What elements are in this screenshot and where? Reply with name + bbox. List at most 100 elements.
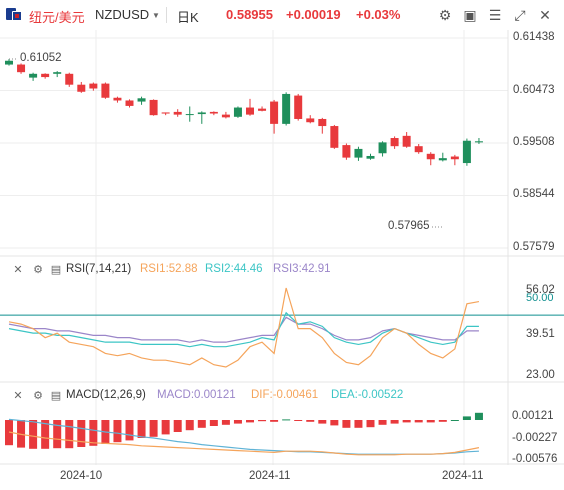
candle-body xyxy=(185,114,194,116)
macd-histogram-bar xyxy=(233,420,242,424)
indicator-icon[interactable]: ▤ xyxy=(50,390,62,402)
macd-histogram-bar xyxy=(318,420,327,424)
candle-body xyxy=(282,93,291,124)
candle-body xyxy=(270,101,279,124)
rsi2-line xyxy=(8,311,479,348)
candle-body xyxy=(89,83,98,89)
candle-body xyxy=(330,126,339,148)
macd-histogram-bar xyxy=(270,420,279,422)
macd-histogram-bar xyxy=(294,420,303,421)
candle-body xyxy=(161,112,170,114)
y-tick-label: 0.60473 xyxy=(513,83,555,96)
macd-histogram-bar xyxy=(221,420,230,425)
y-tick-label: 0.59508 xyxy=(513,136,555,149)
macd-tick-label: 0.00121 xyxy=(512,410,554,422)
macd-histogram-bar xyxy=(246,420,254,423)
macd-histogram-bar xyxy=(258,420,267,422)
dif-value: DIF:-0.00461 xyxy=(251,389,319,401)
rsi3-value: RSI3:42.91 xyxy=(273,263,331,275)
candle-body xyxy=(294,95,303,119)
candle-body xyxy=(474,141,483,143)
macd-histogram-bar xyxy=(65,420,74,449)
macd-histogram-bar xyxy=(209,420,218,426)
candle-body xyxy=(390,138,399,147)
macd-value: MACD:0.00121 xyxy=(157,389,236,401)
candle-body xyxy=(426,153,435,160)
candle-body xyxy=(354,148,363,158)
candle-body xyxy=(41,73,50,78)
y-tick-label: 0.61438 xyxy=(513,31,555,43)
y-tick-label: 0.58544 xyxy=(513,188,555,201)
macd-histogram-bar xyxy=(77,420,86,447)
candle-body xyxy=(137,98,146,102)
collapse-icon[interactable]: ✕ xyxy=(12,264,24,276)
high-annotation: 0.61052 xyxy=(20,52,62,64)
macd-histogram-bar xyxy=(462,416,471,420)
candle-body xyxy=(246,107,254,115)
candle-body xyxy=(258,108,267,111)
dea-value: DEA:-0.00522 xyxy=(331,389,404,401)
macd-histogram-bar xyxy=(113,420,122,443)
indicator-icon[interactable]: ▤ xyxy=(50,264,62,276)
y-tick-label: 0.57579 xyxy=(513,241,555,253)
macd-histogram-bar xyxy=(342,420,351,428)
candle-body xyxy=(306,118,315,123)
rsi1-line xyxy=(8,287,480,368)
x-tick-label: 2024-10 xyxy=(60,470,103,482)
macd-histogram-bar xyxy=(330,420,339,426)
rsi-tick-label: 23.00 xyxy=(526,369,555,381)
macd-histogram-bar xyxy=(426,420,435,423)
settings-icon[interactable]: ⚙ xyxy=(32,390,44,402)
candle-body xyxy=(197,112,206,115)
candle-body xyxy=(318,118,327,127)
candle-body xyxy=(438,158,447,161)
candle-body xyxy=(29,73,38,78)
candle-body xyxy=(5,60,13,65)
candle-body xyxy=(221,114,230,118)
macd-histogram-bar xyxy=(53,420,62,449)
macd-histogram-bar xyxy=(197,420,206,428)
macd-histogram-bar xyxy=(354,420,363,428)
candle-body xyxy=(125,100,134,106)
macd-histogram-bar xyxy=(390,420,399,424)
candle-body xyxy=(65,73,74,85)
rsi-title[interactable]: RSI(7,14,21) xyxy=(66,263,131,275)
rsi3-line xyxy=(8,316,479,343)
candle-body xyxy=(342,145,351,158)
candle-body xyxy=(366,155,375,159)
rsi-tick-label: 39.51 xyxy=(526,328,555,340)
candle-body xyxy=(233,107,242,117)
candle-body xyxy=(462,140,471,164)
macd-histogram-bar xyxy=(378,420,387,425)
rsi2-value: RSI2:44.46 xyxy=(205,263,263,275)
macd-histogram-bar xyxy=(450,420,459,421)
macd-histogram-bar xyxy=(149,420,158,437)
macd-histogram-bar xyxy=(474,412,483,420)
candle-body xyxy=(149,99,158,116)
macd-histogram-bar xyxy=(282,419,291,421)
candle-body xyxy=(101,83,110,98)
macd-histogram-bar xyxy=(137,420,146,438)
macd-histogram-bar xyxy=(173,420,182,432)
rsi-reference-label: 50.00 xyxy=(526,292,554,304)
candle-body xyxy=(378,142,387,154)
collapse-icon[interactable]: ✕ xyxy=(12,390,24,402)
macd-histogram-bar xyxy=(125,420,134,441)
candle-body xyxy=(173,111,182,115)
x-tick-label: 2024-11 xyxy=(442,470,484,482)
x-tick-label: 2024-11 xyxy=(249,470,291,482)
settings-icon[interactable]: ⚙ xyxy=(32,264,44,276)
macd-tick-label: -0.00576 xyxy=(512,453,558,465)
candle-body xyxy=(402,135,411,147)
candle-body xyxy=(113,97,122,101)
chart-canvas xyxy=(0,30,564,465)
candle-body xyxy=(17,64,26,73)
rsi1-value: RSI1:52.88 xyxy=(140,263,198,275)
macd-histogram-bar xyxy=(438,420,447,422)
candle-body xyxy=(53,72,62,74)
macd-histogram-bar xyxy=(414,420,423,423)
low-annotation: 0.57965 xyxy=(388,219,430,232)
macd-histogram-bar xyxy=(366,420,375,428)
macd-histogram-bar xyxy=(306,420,315,422)
macd-title[interactable]: MACD(12,26,9) xyxy=(66,389,146,401)
